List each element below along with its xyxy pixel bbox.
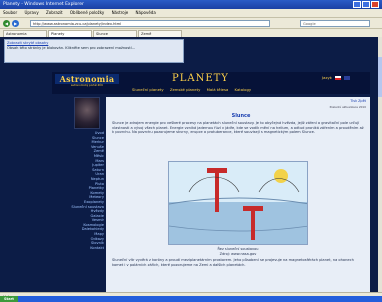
nav-item[interactable]: Zemské planety	[170, 87, 201, 92]
solar-diagram-image	[168, 161, 308, 245]
start-button[interactable]: Start	[0, 296, 18, 302]
menu-napoveda[interactable]: Nápověda	[136, 10, 156, 15]
nav-item[interactable]: Katalogy	[235, 87, 252, 92]
menu-soubor[interactable]: Soubor	[3, 10, 17, 15]
article-paragraph-2: Sluneční vítr vyvěrá z koróny a proudí m…	[112, 258, 354, 267]
menu-upravy[interactable]: Úpravy	[24, 10, 38, 15]
menu-bar: Soubor Úpravy Zobrazit Oblíbené položky …	[0, 9, 382, 17]
forward-button[interactable]: ▶	[12, 20, 19, 27]
menu-zobrazit[interactable]: Zobrazit	[46, 10, 63, 15]
menu-nastroje[interactable]: Nástroje	[112, 10, 129, 15]
tab-bar: Astronomia Planety Slunce Země	[0, 28, 382, 38]
nav-item[interactable]: Sluneční planety	[132, 87, 164, 92]
url-input[interactable]: http://www.astronomia.zcu.cz/planety/ind…	[30, 20, 270, 27]
info-bar[interactable]: Zobrazit skryté obsahy Obsah této stránk…	[4, 39, 184, 63]
article-update-note: Poslední aktualizace 2010	[329, 105, 366, 109]
site-logo-subtitle: astronomický portál ZČU	[70, 84, 104, 87]
flag-cz-icon[interactable]	[335, 76, 342, 80]
page-title: PLANETY	[172, 73, 229, 84]
article-actions[interactable]: Tisk Zpět	[326, 99, 366, 104]
figure-caption: Řez sluneční soustavou Zdroj: www.nasa.g…	[206, 247, 270, 256]
language-switch: Jazyk	[322, 74, 368, 82]
left-sidebar: Úvod Slunce Merkur Venuše Země Měsíc Mar…	[52, 97, 104, 292]
scrollbar-thumb[interactable]	[378, 57, 382, 97]
solar-diagram-svg	[169, 162, 307, 244]
sidebar-links: Úvod Slunce Merkur Venuše Země Měsíc Mar…	[52, 131, 104, 250]
main-article: Tisk Zpět Poslední aktualizace 2010 Slun…	[106, 97, 370, 292]
sidebar-link[interactable]: Kontakt	[52, 246, 104, 251]
notice-link[interactable]: Zobrazit skryté obsahy	[7, 41, 48, 45]
maximize-button[interactable]	[362, 1, 370, 8]
taskbar: Start	[0, 296, 382, 302]
figure-caption-source[interactable]: Zdroj: www.nasa.gov	[206, 252, 270, 257]
site-logo[interactable]: Astronomia	[55, 74, 119, 84]
section-title: Slunce	[231, 113, 251, 119]
window-title-bar: Planety - Windows Internet Explorer	[0, 0, 382, 9]
nav-item[interactable]: Malá tělesa	[207, 87, 229, 92]
site-header: Astronomia astronomický portál ZČU PLANE…	[52, 72, 370, 94]
article-paragraph-1: Slunce je zdrojem energie pro veškeré pr…	[112, 121, 364, 135]
flag-en-icon[interactable]	[344, 76, 351, 80]
search-input[interactable]: Google	[300, 20, 370, 27]
menu-oblibene[interactable]: Oblíbené položky	[70, 10, 104, 15]
back-button[interactable]: ◀	[3, 20, 10, 27]
address-bar: ◀ ▶ http://www.astronomia.zcu.cz/planety…	[0, 17, 382, 28]
close-button[interactable]	[371, 1, 379, 8]
window-title: Planety - Windows Internet Explorer	[3, 2, 84, 7]
site-nav: Sluneční planety Zemské planety Malá těl…	[132, 87, 312, 93]
minimize-button[interactable]	[353, 1, 361, 8]
notice-text: Obsah této stránky je blokován. Klikněte…	[7, 46, 136, 50]
sidebar-portrait-image	[74, 97, 100, 129]
language-label: Jazyk	[322, 75, 332, 80]
page-content: Zobrazit skryté obsahy Obsah této stránk…	[0, 37, 378, 292]
vertical-scrollbar[interactable]	[378, 37, 382, 292]
